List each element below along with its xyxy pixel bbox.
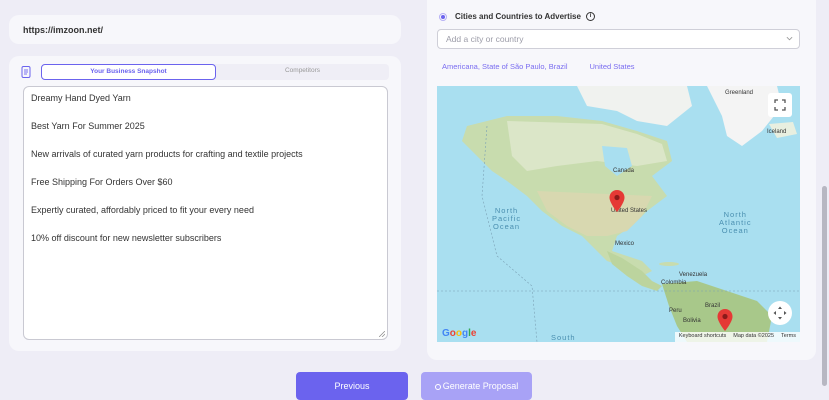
city-search-input[interactable]: Add a city or country	[437, 29, 800, 49]
map-label-south: South	[551, 333, 576, 342]
snapshot-textarea[interactable]: Dreamy Hand Dyed Yarn Best Yarn For Summ…	[23, 86, 388, 340]
map-label-iceland: Iceland	[767, 129, 787, 135]
keyboard-shortcuts-link[interactable]: Keyboard shortcuts	[679, 333, 726, 341]
map-label-peru: Peru	[669, 308, 682, 314]
fullscreen-button[interactable]	[768, 93, 792, 117]
generate-proposal-button[interactable]: Generate Proposal	[421, 372, 532, 400]
map-label-mexico: Mexico	[615, 241, 635, 247]
fullscreen-icon	[774, 99, 786, 111]
tab-business-snapshot[interactable]: Your Business Snapshot	[41, 64, 216, 80]
snapshot-line: Expertly curated, affordably priced to f…	[31, 205, 254, 215]
cities-title: Cities and Countries to Advertise	[455, 12, 581, 21]
map-data-credit: Map data ©2025	[733, 333, 775, 339]
map-footer: Keyboard shortcuts Map data ©2025 Terms	[674, 332, 800, 342]
map-label-colombia: Colombia	[661, 280, 687, 286]
business-snapshot-card: Your Business Snapshot Competitors Dream…	[9, 56, 401, 351]
cities-radio[interactable]	[439, 12, 447, 21]
previous-button[interactable]: Previous	[296, 372, 408, 400]
map-label-north-pacific: North Pacific Ocean	[492, 206, 522, 231]
snapshot-line: Best Yarn For Summer 2025	[31, 121, 145, 131]
snapshot-tabs: Your Business Snapshot Competitors	[41, 64, 389, 80]
map-pin-icon[interactable]	[609, 190, 625, 212]
map-label-north-atlantic: North Atlantic Ocean	[719, 210, 752, 235]
location-chip[interactable]: United States	[589, 62, 634, 71]
website-url-card: https://imzoon.net/	[9, 15, 401, 44]
map-pin-icon[interactable]	[717, 309, 733, 331]
snapshot-line: New arrivals of curated yarn products fo…	[31, 149, 303, 159]
snapshot-tabs-row: Your Business Snapshot Competitors	[21, 64, 389, 80]
website-url: https://imzoon.net/	[23, 25, 103, 35]
page-scrollbar[interactable]	[822, 186, 827, 386]
selected-locations: Americana, State of São Paulo, Brazil Un…	[442, 62, 635, 71]
resize-handle-icon[interactable]	[379, 331, 385, 337]
chevron-down-icon[interactable]	[786, 35, 793, 42]
pan-arrows-icon	[773, 306, 787, 320]
generate-icon	[434, 384, 441, 390]
map-label-canada: Canada	[613, 168, 635, 174]
city-search-placeholder: Add a city or country	[446, 34, 524, 44]
map-label-greenland: Greenland	[725, 90, 754, 96]
map-view[interactable]: Greenland Iceland Canada United States M…	[437, 86, 800, 342]
document-icon	[21, 66, 31, 78]
generate-proposal-label: Generate Proposal	[442, 381, 519, 391]
snapshot-line: Dreamy Hand Dyed Yarn	[31, 93, 131, 103]
info-icon[interactable]: i	[585, 12, 595, 21]
targeting-card: Cities and Countries to Advertise i Add …	[427, 0, 816, 360]
map-label-bolivia: Bolivia	[683, 318, 701, 324]
cities-header: Cities and Countries to Advertise i	[439, 12, 595, 21]
google-logo: Google	[442, 328, 477, 339]
map-pan-control[interactable]	[768, 301, 792, 325]
snapshot-line: 10% off discount for new newsletter subs…	[31, 233, 222, 243]
location-chip[interactable]: Americana, State of São Paulo, Brazil	[442, 62, 567, 71]
terms-link[interactable]: Terms	[781, 333, 796, 341]
snapshot-line: Free Shipping For Orders Over $60	[31, 177, 173, 187]
tab-competitors[interactable]: Competitors	[216, 64, 389, 80]
map-label-venezuela: Venezuela	[679, 272, 708, 278]
